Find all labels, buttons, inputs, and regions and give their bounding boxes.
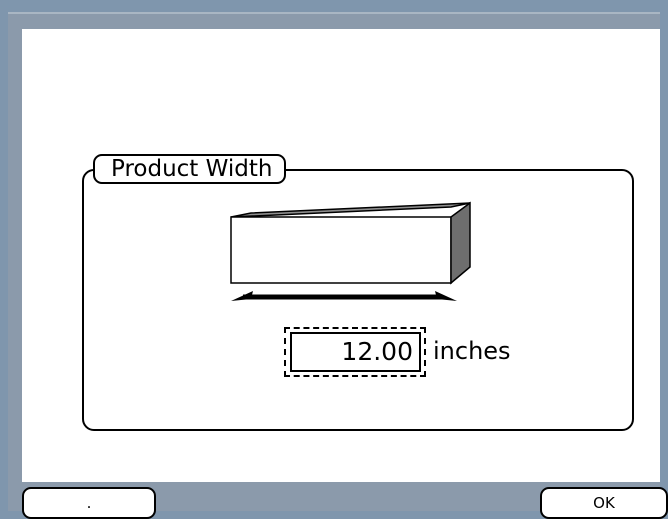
dialog-content: Product Width 12.00 inches . OK [22,29,668,519]
device-screen: Product Width 12.00 inches . OK [8,12,668,519]
ok-button[interactable]: OK [540,487,668,519]
box-width-illustration [230,201,471,301]
left-soft-button[interactable]: . [22,487,156,519]
unit-label: inches [433,337,511,365]
group-title: Product Width [93,154,287,184]
box-top-face [230,202,471,218]
width-arrow-icon [231,291,457,301]
box-front-face [230,216,452,284]
width-input[interactable]: 12.00 [290,332,421,372]
box-side-face [450,201,471,285]
